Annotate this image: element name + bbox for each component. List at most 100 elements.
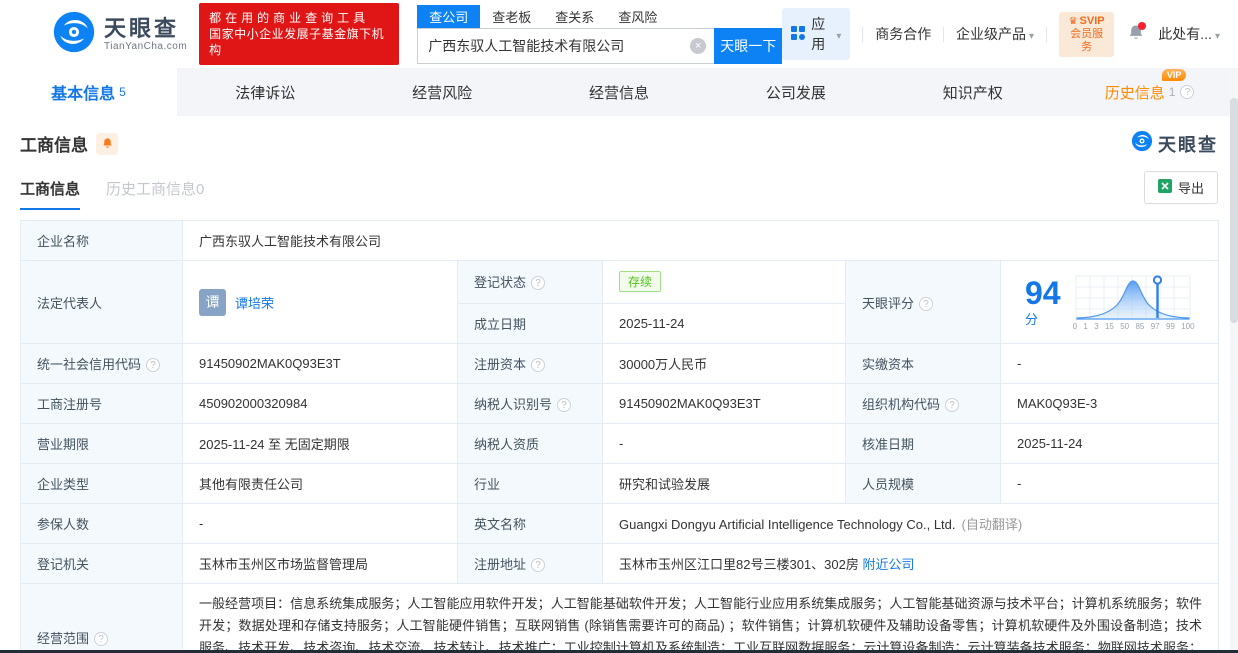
export-button[interactable]: 导出 [1143,171,1218,204]
chevron-down-icon [1029,26,1034,42]
user-name: 此处有... [1158,26,1212,42]
tab-label: 知识产权 [942,84,1003,102]
tianyancha-logo-icon [1131,130,1153,157]
search-tab-relation[interactable]: 查关系 [543,5,606,28]
table-row: 法定代表人 谭 谭培荣 登记状态 存续 天眼评分 94分 [20,260,1220,344]
help-icon[interactable] [531,358,546,372]
company-nav-tabs: 基本信息 5 法律诉讼 经营风险 经营信息 公司发展 知识产权 历史信息 1 V… [0,68,1238,116]
scrollbar[interactable] [1230,70,1238,653]
divider [1046,26,1047,42]
help-icon[interactable] [94,631,109,646]
staff-size-value: - [999,463,1220,504]
tab-operating-risk[interactable]: 经营风险 [354,68,531,116]
tab-legal-proceedings[interactable]: 法律诉讼 [177,68,354,116]
reg-status-value: 存续 [602,260,846,304]
search-box: × [417,28,715,64]
apps-label: 应用 [811,16,826,52]
company-name-value: 广西东驭人工智能技术有限公司 [181,220,1220,261]
score-cell: 94分 0 1 3 15 50 85 97 99 100 [999,260,1220,344]
field-label: 天眼评分 [845,260,1001,344]
help-icon[interactable] [557,398,572,412]
field-label: 统一社会信用代码 [20,343,183,384]
reg-number-value: 450902000320984 [182,383,458,424]
svip-member-button[interactable]: SVIP 会员服务 [1058,11,1115,57]
divider [943,26,945,42]
establish-date-value: 2025-11-24 [602,302,846,344]
svip-sub-label: 会员服务 [1070,27,1104,53]
tab-history-info[interactable]: 历史信息 1 VIP [1061,68,1238,116]
help-icon[interactable] [919,296,934,311]
search-tab-risk[interactable]: 查风险 [606,5,669,28]
help-icon[interactable] [146,358,161,372]
field-label: 工商注册号 [20,383,183,424]
search-input[interactable] [428,38,691,54]
tianyancha-logo-icon [52,10,96,59]
tab-count: 1 [1168,85,1176,99]
field-label: 参保人数 [20,503,183,544]
legal-rep-cell: 谭 谭培荣 [182,260,458,344]
company-type-value: 其他有限责任公司 [182,463,458,504]
auto-translate-note: (自动翻译) [961,517,1023,532]
field-label: 登记状态 [457,260,603,304]
english-name-value: Guangxi Dongyu Artificial Intelligence T… [601,503,1220,544]
nearby-companies-link[interactable]: 附近公司 [862,557,914,572]
business-term-value: 2025-11-24 至 无固定期限 [182,423,458,464]
tab-label: 法律诉讼 [235,84,296,102]
svip-label: SVIP [1079,14,1105,27]
field-label: 企业类型 [20,463,183,504]
taxpayer-quality-value: - [602,423,846,464]
table-row: 统一社会信用代码 91450902MAK0Q93E3T 注册资本 30000万人… [20,343,1220,384]
crown-icon [1069,15,1080,27]
subscribe-bell-button[interactable] [96,132,118,155]
tab-basic-info[interactable]: 基本信息 5 [0,68,177,116]
score-value: 94 [1025,274,1061,311]
score-unit: 分 [1025,311,1039,327]
subtab-business-info[interactable]: 工商信息 [20,178,81,210]
taxpayer-id-value: 91450902MAK0Q93E3T [602,383,846,424]
table-row: 企业类型 其他有限责任公司 行业 研究和试验发展 人员规模 - [20,463,1220,504]
enterprise-products-menu[interactable]: 企业级产品 [956,24,1034,44]
field-label: 纳税人资质 [457,423,603,464]
reg-capital-value: 30000万人民币 [602,343,846,384]
promo-banner: 都在用的商业查询工具 国家中小企业发展子基金旗下机构 [199,3,400,65]
reg-authority-value: 玉林市玉州区市场监督管理局 [182,543,458,584]
score-distribution-chart[interactable]: 0 1 3 15 50 85 97 99 100 [1073,273,1195,331]
table-row: 登记机关 玉林市玉州区市场监督管理局 注册地址 玉林市玉州区江口里82号三楼30… [20,543,1220,584]
tianyancha-logo[interactable]: 天眼查 TianYanCha.com [52,10,187,59]
industry-value: 研究和试验发展 [602,463,846,504]
tab-intellectual-property[interactable]: 知识产权 [884,68,1061,116]
chevron-down-icon [836,26,841,42]
help-icon[interactable] [945,398,960,412]
scrollbar-thumb[interactable] [1230,98,1238,323]
tab-label: 公司发展 [765,84,826,102]
legal-rep-link[interactable]: 谭培荣 [235,293,274,312]
search-tab-boss[interactable]: 查老板 [480,5,543,28]
business-info-table: 企业名称 广西东驭人工智能技术有限公司 法定代表人 谭 谭培荣 登记状态 存续 … [20,220,1220,653]
header-menu: 应用 商务合作 企业级产品 SVIP 会员服务 此处有... [782,8,1220,60]
field-label: 法定代表人 [20,260,183,344]
apps-grid-icon [791,25,806,43]
field-label: 经营范围 [20,583,183,653]
tab-operating-info[interactable]: 经营信息 [531,68,708,116]
table-row: 经营范围 一般经营项目：信息系统集成服务；人工智能应用软件开发；人工智能基础软件… [20,583,1220,653]
user-menu[interactable]: 此处有... [1158,24,1220,44]
business-cooperation-link[interactable]: 商务合作 [875,24,931,44]
chevron-down-icon [1215,26,1220,42]
help-icon[interactable] [531,276,546,291]
help-icon[interactable] [531,558,546,572]
notifications-button[interactable] [1126,22,1147,45]
tianyancha-watermark: 天眼查 [1131,130,1218,157]
reg-address-value: 玉林市玉州区江口里82号三楼301、302房 附近公司 [601,543,1220,584]
avatar[interactable]: 谭 [199,288,226,316]
subtab-history-business-info[interactable]: 历史工商信息0 [106,178,204,210]
apps-menu[interactable]: 应用 [782,8,851,60]
help-icon[interactable] [1180,85,1195,99]
search-tab-company[interactable]: 查公司 [417,4,481,28]
tab-company-development[interactable]: 公司发展 [707,68,884,116]
clear-search-icon[interactable]: × [690,38,707,54]
tab-label: 基本信息 [51,86,116,103]
search-button[interactable]: 天眼一下 [714,28,783,64]
excel-icon [1157,179,1172,196]
field-label: 组织机构代码 [845,383,1001,424]
logo-name-cn: 天眼查 [104,15,180,41]
